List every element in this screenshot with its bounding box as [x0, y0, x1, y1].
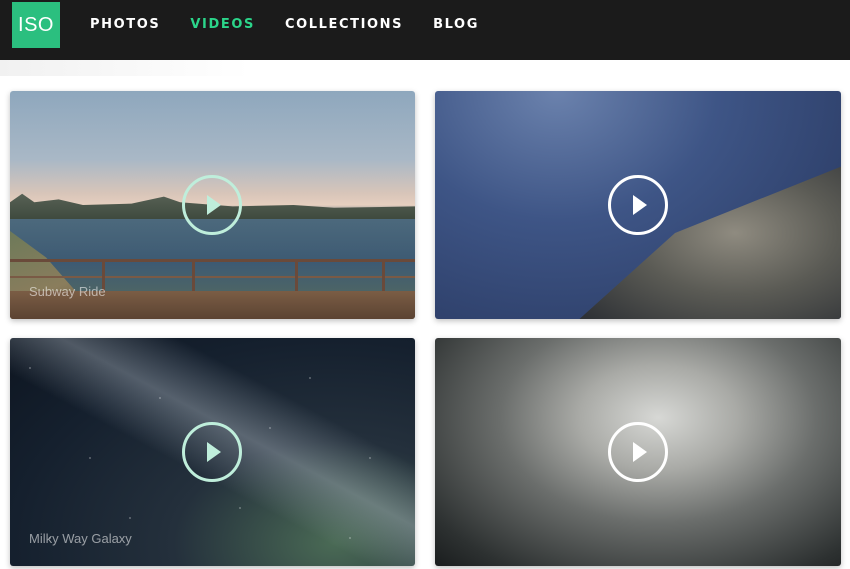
nav-photos[interactable]: PHOTOS: [90, 17, 160, 32]
play-icon[interactable]: [182, 175, 242, 235]
railing: [10, 259, 415, 262]
top-navigation-bar: ISO PHOTOS VIDEOS COLLECTIONS BLOG: [0, 0, 850, 60]
video-caption: Subway Ride: [29, 284, 106, 299]
site-logo[interactable]: ISO: [12, 2, 60, 48]
nav-videos[interactable]: VIDEOS: [190, 17, 255, 32]
play-icon[interactable]: [608, 422, 668, 482]
video-caption: Milky Way Galaxy: [29, 531, 132, 546]
play-icon[interactable]: [182, 422, 242, 482]
railing-post: [382, 259, 385, 294]
video-card-milky-way[interactable]: Milky Way Galaxy: [10, 338, 415, 566]
play-icon[interactable]: [608, 175, 668, 235]
main-nav: PHOTOS VIDEOS COLLECTIONS BLOG: [90, 17, 509, 32]
video-card-underwater-rock[interactable]: [435, 91, 841, 319]
nav-blog[interactable]: BLOG: [433, 17, 479, 32]
railing-post: [192, 259, 195, 294]
railing-lower: [10, 276, 415, 278]
video-card-subway-ride[interactable]: Subway Ride: [10, 91, 415, 319]
railing-post: [295, 259, 298, 294]
nav-collections[interactable]: COLLECTIONS: [285, 17, 403, 32]
header-shadow: [0, 60, 250, 76]
video-card-underwater-light[interactable]: [435, 338, 841, 566]
rock: [555, 161, 841, 319]
